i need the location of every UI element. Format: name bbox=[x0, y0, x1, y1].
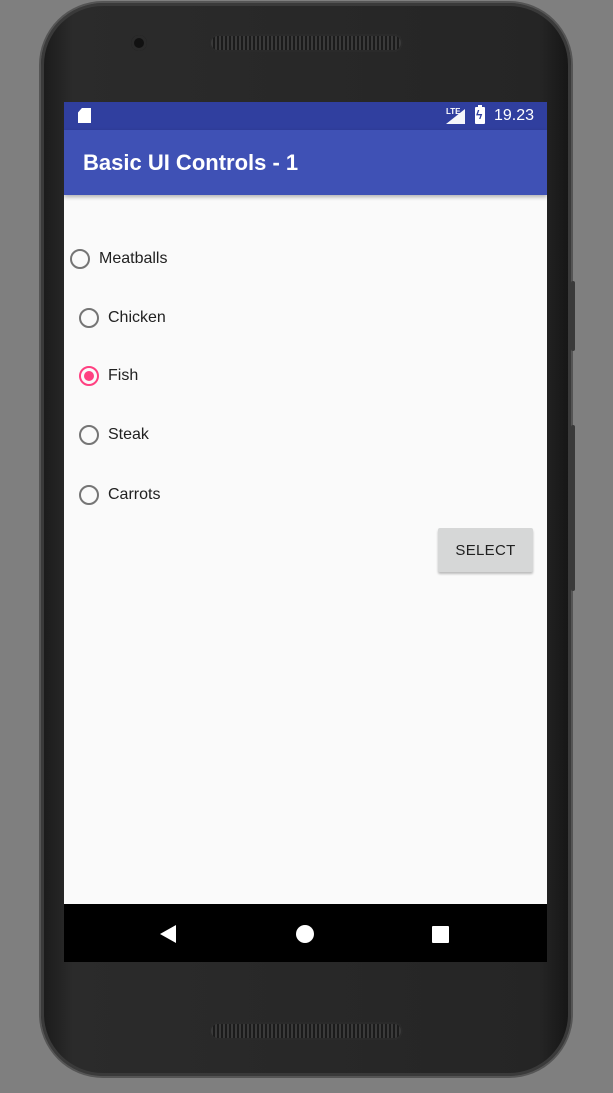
app-bar: Basic UI Controls - 1 bbox=[64, 130, 547, 195]
radio-button-icon[interactable] bbox=[79, 308, 99, 328]
radio-button-icon[interactable] bbox=[70, 249, 90, 269]
radio-button-checked-icon[interactable] bbox=[79, 366, 99, 386]
navigation-bar bbox=[64, 904, 547, 962]
radio-label: Carrots bbox=[108, 486, 161, 503]
status-bar: LTE ϟ 19.23 bbox=[64, 102, 547, 130]
network-type-label: LTE bbox=[446, 107, 461, 116]
radio-option-steak[interactable]: Steak bbox=[79, 420, 149, 450]
radio-option-carrots[interactable]: Carrots bbox=[79, 480, 160, 510]
power-button bbox=[571, 281, 575, 351]
radio-option-meatballs[interactable]: Meatballs bbox=[70, 244, 167, 274]
radio-label: Fish bbox=[108, 367, 139, 384]
volume-button bbox=[571, 425, 575, 591]
sd-card-icon bbox=[78, 108, 91, 123]
radio-button-icon[interactable] bbox=[79, 485, 99, 505]
top-speaker bbox=[209, 34, 403, 52]
page-title: Basic UI Controls - 1 bbox=[83, 150, 299, 175]
back-icon[interactable] bbox=[160, 925, 176, 943]
radio-label: Chicken bbox=[108, 309, 166, 326]
recents-icon[interactable] bbox=[432, 926, 449, 943]
battery-charging-icon: ϟ bbox=[475, 105, 485, 124]
select-button[interactable]: SELECT bbox=[438, 528, 533, 572]
radio-option-fish[interactable]: Fish bbox=[79, 361, 138, 391]
device-screen: LTE ϟ 19.23 Basic UI Controls - 1 Meatba… bbox=[64, 102, 547, 962]
front-camera bbox=[131, 35, 147, 51]
bottom-speaker bbox=[209, 1022, 403, 1040]
radio-label: Meatballs bbox=[99, 250, 168, 267]
status-time: 19.23 bbox=[494, 107, 535, 124]
radio-button-icon[interactable] bbox=[79, 425, 99, 445]
home-icon[interactable] bbox=[296, 925, 314, 943]
radio-option-chicken[interactable]: Chicken bbox=[79, 303, 166, 333]
radio-label: Steak bbox=[108, 426, 149, 443]
